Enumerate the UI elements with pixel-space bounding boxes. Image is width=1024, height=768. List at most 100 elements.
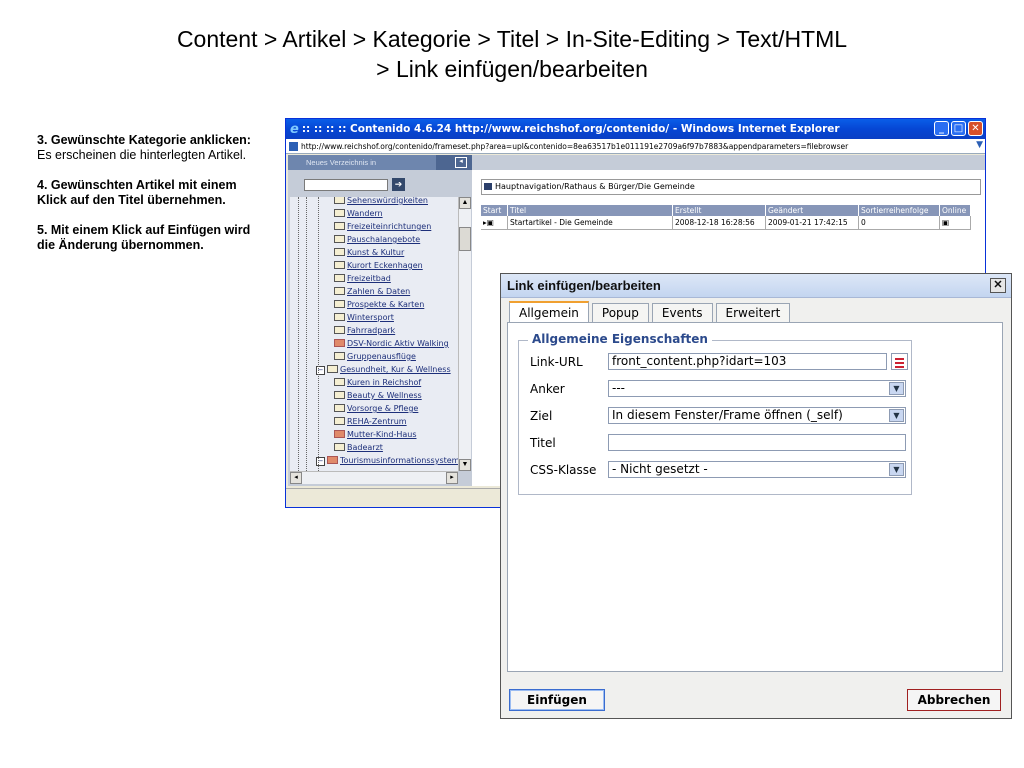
tree-item[interactable]: Beauty & Wellness [334, 390, 422, 401]
tree-item[interactable]: Kuren in Reichshof [334, 377, 421, 388]
tree-item[interactable]: Fahrradpark [334, 325, 395, 336]
tab-events[interactable]: Events [651, 303, 713, 322]
article-title-link[interactable]: Startartikel - Die Gemeinde [507, 216, 673, 230]
tree-item[interactable]: Wandern [334, 208, 383, 219]
table-header: Start Titel Erstellt Geändert Sortierrei… [481, 205, 971, 216]
chevron-down-icon: ▼ [889, 382, 904, 395]
tree-item[interactable]: Zahlen & Daten [334, 286, 410, 297]
general-properties: Allgemeine Eigenschaften Link-URL front_… [518, 332, 912, 495]
tree-item[interactable]: DSV-Nordic Aktiv Walking [334, 338, 449, 349]
titel-row: Titel [530, 434, 910, 452]
tree-item[interactable]: Pauschalangebote [334, 234, 420, 245]
address-dropdown-icon[interactable]: ▼ [976, 140, 983, 150]
online-icon: ▣ [939, 216, 971, 230]
tree-item[interactable]: Prospekte & Karten [334, 299, 424, 310]
scroll-up-icon[interactable]: ▲ [459, 197, 471, 209]
css-select[interactable]: - Nicht gesetzt - ▼ [608, 461, 906, 478]
article-table: Start Titel Erstellt Geändert Sortierrei… [481, 205, 971, 230]
folder-icon [334, 197, 345, 204]
ziel-select[interactable]: In diesem Fenster/Frame öffnen (_self) ▼ [608, 407, 906, 424]
dialog-titlebar: Link einfügen/bearbeiten ✕ [501, 274, 1011, 298]
folder-icon [334, 222, 345, 230]
folder-icon [334, 417, 345, 425]
tab-erweitert[interactable]: Erweitert [715, 303, 791, 322]
minimize-button[interactable]: _ [934, 121, 949, 136]
folder-icon [334, 339, 345, 347]
table-row[interactable]: ▸▣ Startartikel - Die Gemeinde 2008-12-1… [481, 216, 971, 230]
chevron-down-icon: ▼ [889, 409, 904, 422]
article-created: 2008-12-18 16:28:56 [672, 216, 766, 230]
css-label: CSS-Klasse [530, 463, 597, 477]
folder-icon [334, 248, 345, 256]
link-dialog: Link einfügen/bearbeiten ✕ Allgemein Pop… [500, 273, 1012, 719]
tree-item[interactable]: Sehenswürdigkeiten [334, 197, 428, 206]
folder-icon [334, 300, 345, 308]
slide-title-line-2: > Link einfügen/bearbeiten [376, 56, 648, 82]
col-sortierreihenfolge: Sortierreihenfolge [858, 205, 940, 216]
tab-panel: Allgemeine Eigenschaften Link-URL front_… [507, 322, 1003, 672]
tree-item[interactable]: Kurort Eckenhagen [334, 260, 423, 271]
tree-item[interactable]: − Gesundheit, Kur & Wellness [316, 364, 451, 375]
scroll-left-icon[interactable]: ◂ [290, 472, 302, 484]
tree-item[interactable]: Kunst & Kultur [334, 247, 404, 258]
tree-item[interactable]: Gruppenausflüge [334, 351, 416, 362]
folder-name-input[interactable] [304, 179, 388, 191]
ziel-row: Ziel In diesem Fenster/Frame öffnen (_se… [530, 407, 910, 425]
start-article-icon: ▸▣ [481, 216, 508, 230]
step-3: 3. Gewünschte Kategorie anklicken: Es ers… [37, 133, 251, 162]
address-bar[interactable]: http://www.reichshof.org/contenido/frame… [286, 139, 985, 154]
instruction-steps: 3. Gewünschte Kategorie anklicken: Es ers… [37, 133, 262, 268]
link-url-row: Link-URL front_content.php?idart=103 [530, 353, 910, 371]
close-window-button[interactable]: ✕ [968, 121, 983, 136]
collapse-tab[interactable]: ◂ [436, 155, 472, 170]
tree-item[interactable]: Wintersport [334, 312, 394, 323]
page-icon [289, 141, 298, 151]
tree-item[interactable]: Mutter-Kind-Haus [334, 429, 417, 440]
category-breadcrumb: Hauptnavigation/Rathaus & Bürger/Die Gem… [481, 179, 981, 195]
article-changed: 2009-01-21 17:42:15 [765, 216, 859, 230]
ie-titlebar: e :: :: :: :: Contenido 4.6.24 http://ww… [286, 119, 985, 139]
tree-item[interactable]: Vorsorge & Pflege [334, 403, 418, 414]
tree-item[interactable]: Badearzt [334, 442, 383, 453]
slide-title: Content > Artikel > Kategorie > Titel > … [60, 24, 964, 84]
browse-icon[interactable] [891, 353, 908, 370]
address-url: http://www.reichshof.org/contenido/frame… [301, 141, 849, 151]
css-row: CSS-Klasse - Nicht gesetzt - ▼ [530, 461, 910, 479]
tree-item[interactable]: Freizeitbad [334, 273, 391, 284]
tree-item[interactable]: Freizeiteinrichtungen [334, 221, 431, 232]
create-folder-button[interactable]: ➔ [392, 178, 405, 191]
folder-icon [334, 352, 345, 360]
col-titel: Titel [507, 205, 673, 216]
new-folder-label: Neues Verzeichnis in [306, 158, 377, 167]
ie-window-title: :: :: :: :: Contenido 4.6.24 http://www.… [301, 123, 840, 135]
maximize-button[interactable]: □ [951, 121, 966, 136]
scroll-right-icon[interactable]: ▸ [446, 472, 458, 484]
link-url-label: Link-URL [530, 355, 583, 369]
folder-tree: Sehenswürdigkeiten Wandern Freizeiteinrich… [290, 197, 458, 471]
anker-select[interactable]: --- ▼ [608, 380, 906, 397]
folder-icon [334, 404, 345, 412]
insert-button[interactable]: Einfügen [509, 689, 605, 711]
tree-horizontal-scrollbar[interactable]: ◂ ▸ [290, 471, 458, 484]
scroll-thumb[interactable] [459, 227, 471, 251]
cancel-button[interactable]: Abbrechen [907, 689, 1001, 711]
tree-item[interactable]: − Tourismusinformationssystem [316, 455, 458, 466]
folder-icon [334, 313, 345, 321]
col-start: Start [481, 205, 508, 216]
scroll-down-icon[interactable]: ▼ [459, 459, 471, 471]
titel-label: Titel [530, 436, 556, 450]
tree-vertical-scrollbar[interactable]: ▲ ▼ [458, 197, 471, 471]
folder-icon [334, 443, 345, 451]
dialog-title: Link einfügen/bearbeiten [507, 278, 661, 293]
step-4: 4. Gewünschten Artikel mit einem Klick a… [37, 178, 237, 207]
ie-logo-icon: e [290, 121, 299, 137]
tree-item[interactable]: REHA-Zentrum [334, 416, 407, 427]
dialog-close-button[interactable]: ✕ [990, 278, 1006, 293]
tab-popup[interactable]: Popup [591, 303, 649, 322]
left-pane-header: Neues Verzeichnis in ◂ [288, 155, 472, 170]
tab-allgemein[interactable]: Allgemein [509, 301, 589, 322]
link-url-input[interactable]: front_content.php?idart=103 [608, 353, 887, 370]
left-pane: Neues Verzeichnis in ◂ ➔ Sehenswürdigkei… [288, 155, 472, 486]
anker-row: Anker --- ▼ [530, 380, 910, 398]
titel-input[interactable] [608, 434, 906, 451]
